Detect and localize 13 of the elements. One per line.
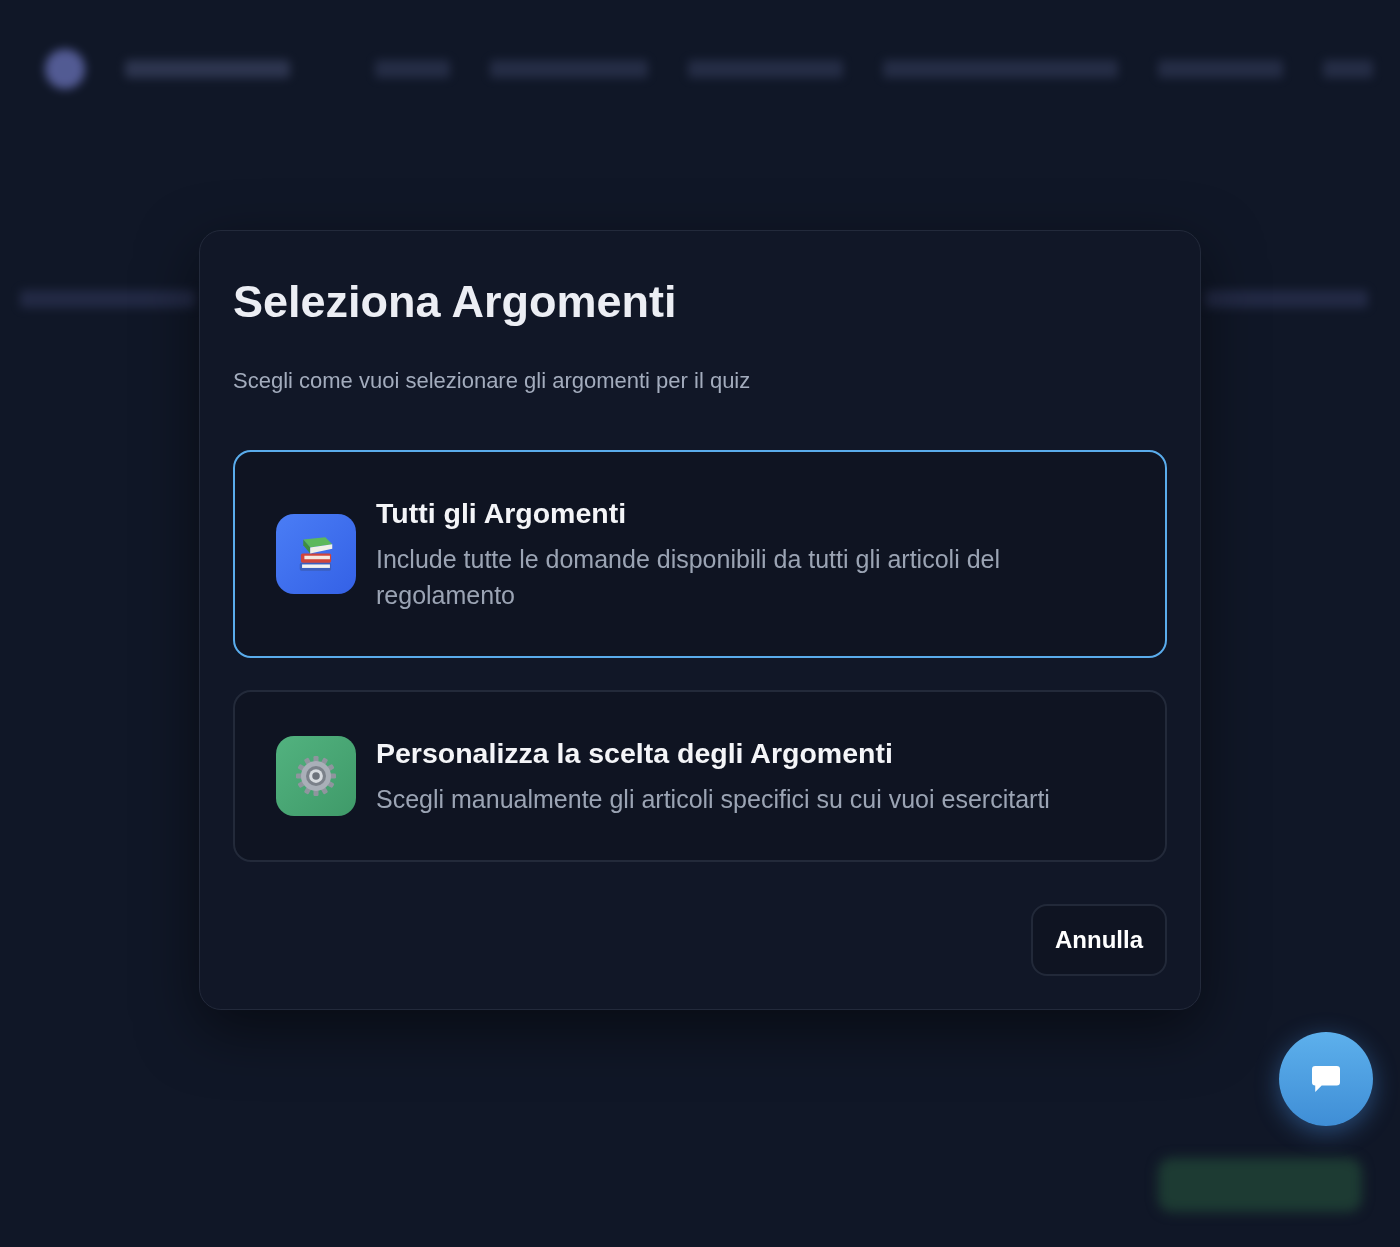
books-icon xyxy=(298,536,334,572)
dialog-subtitle: Scegli come vuoi selezionare gli argomenti per il quiz xyxy=(233,367,752,395)
option-description: Scegli manualmente gli articoli specifici su cui vuoi esercitarti xyxy=(376,784,1050,815)
cancel-button[interactable]: Annulla xyxy=(1031,904,1167,976)
topic-option-card[interactable]: Personalizza la scelta degli Argomenti Scegli manualmente gli articoli specifici su cui vuoi esercitarti xyxy=(233,690,1167,862)
option-description: Include tutte le domande disponibili da tutti gli articoli del regolamento xyxy=(376,544,1001,611)
option-title: Tutti gli Argomenti xyxy=(376,496,628,531)
topic-option-card[interactable]: Tutti gli Argomenti Include tutte le domande disponibili da tutti gli articoli del regolamento xyxy=(233,450,1167,658)
dialog-title: Seleziona Argomenti xyxy=(233,277,678,327)
gear-icon xyxy=(296,756,336,796)
chat-button[interactable] xyxy=(1279,1032,1373,1126)
chat-bubble-icon xyxy=(1312,1065,1340,1093)
option-title: Personalizza la scelta degli Argomenti xyxy=(376,736,894,771)
